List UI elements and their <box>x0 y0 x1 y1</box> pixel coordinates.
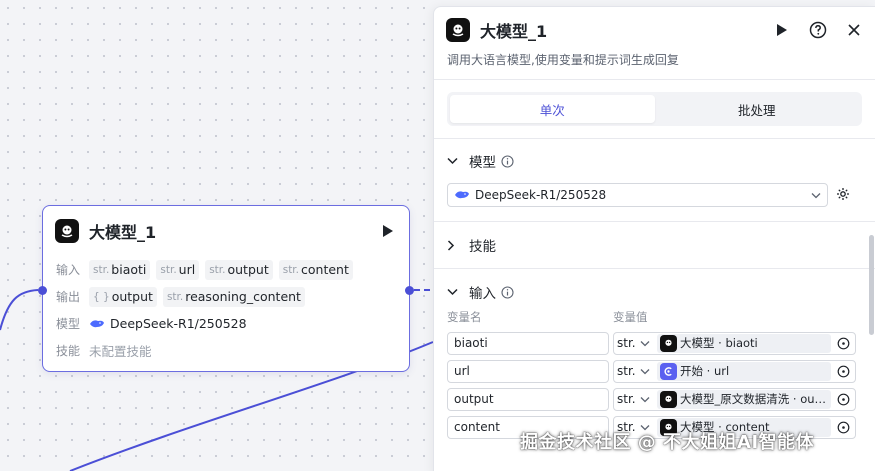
start-node-icon <box>660 362 677 380</box>
variable-reference: 大模型 · biaoti <box>657 333 831 353</box>
panel-title: 大模型_1 <box>480 22 548 41</box>
run-icon[interactable] <box>773 21 791 39</box>
chevron-down-icon <box>447 157 461 165</box>
outputs-label: 输出 <box>56 290 81 304</box>
node-config-panel: 大模型_1 调用大语言模型,使用变量和提示词生成回复 单次 批处理 模型 Dee… <box>433 6 875 471</box>
model-select-value: DeepSeek-R1/250528 <box>475 188 607 202</box>
llm-logo-icon <box>446 18 470 42</box>
close-icon[interactable] <box>845 21 863 39</box>
skills-section-label: 技能 <box>469 239 496 255</box>
node-title: 大模型_1 <box>89 223 157 242</box>
chevron-down-icon <box>811 188 821 202</box>
variable-name-input[interactable]: output <box>447 387 609 411</box>
model-section-label: 模型 <box>469 155 496 171</box>
node-header: 大模型_1 <box>43 206 409 256</box>
input-port[interactable] <box>38 286 47 295</box>
chevron-down-icon <box>640 340 650 346</box>
chevron-down-icon <box>640 368 650 374</box>
type-select[interactable]: str. <box>617 392 657 406</box>
variable-name-input[interactable]: url <box>447 359 609 383</box>
tab-batch[interactable]: 批处理 <box>655 95 860 123</box>
type-select[interactable]: str. <box>617 336 657 350</box>
inputs-label: 输入 <box>56 263 81 277</box>
variable-value-field[interactable]: str. 大模型_原文数据清洗 · ou… <box>613 387 856 411</box>
variable-reference: 开始 · url <box>657 361 831 381</box>
variable-row: url str. 开始 · url <box>434 357 875 385</box>
skills-label: 技能 <box>56 344 81 358</box>
watermark: 掘金技术社区 @ 不大姐姐AI智能体 <box>520 432 815 453</box>
target-icon[interactable] <box>835 337 851 350</box>
variable-row: biaoti str. 大模型 · biaoti <box>434 329 875 357</box>
model-label: 模型 <box>56 317 81 331</box>
node-skills-value: 未配置技能 <box>89 344 152 359</box>
input-tag: str. biaoti <box>89 259 151 280</box>
chevron-right-icon <box>447 239 461 251</box>
node-model-row: 模型 DeepSeek-R1/250528 <box>43 310 409 337</box>
tab-single[interactable]: 单次 <box>450 95 655 123</box>
type-select[interactable]: str. <box>617 364 657 378</box>
col-variable-name: 变量名 <box>447 310 482 324</box>
output-tag: { } output <box>89 286 157 307</box>
input-section-label: 输入 <box>469 286 496 302</box>
node-skills-row: 技能 未配置技能 <box>43 337 409 364</box>
run-mode-tabs: 单次 批处理 <box>447 92 862 126</box>
target-icon[interactable] <box>835 393 851 406</box>
llm-node-card[interactable]: 大模型_1 输入 str. biaoti str. url str. output s… <box>38 205 414 372</box>
deepseek-whale-icon <box>90 319 104 327</box>
variable-value-field[interactable]: str. 大模型 · biaoti <box>613 331 856 355</box>
run-node-icon[interactable] <box>379 222 397 240</box>
col-variable-value: 变量值 <box>613 310 648 324</box>
input-tag: str. output <box>205 259 273 280</box>
model-select[interactable]: DeepSeek-R1/250528 <box>447 183 828 207</box>
deepseek-whale-icon <box>455 191 469 199</box>
chevron-down-icon <box>640 396 650 402</box>
output-port[interactable] <box>405 286 414 295</box>
variable-value-field[interactable]: str. 开始 · url <box>613 359 856 383</box>
model-settings-gear-icon[interactable] <box>836 186 850 205</box>
node-model-value: DeepSeek-R1/250528 <box>89 316 247 331</box>
input-tag: str. content <box>278 259 353 280</box>
divider <box>434 79 875 80</box>
info-icon[interactable] <box>501 154 514 168</box>
node-inputs-row: 输入 str. biaoti str. url str. output str. con… <box>43 256 409 283</box>
help-icon[interactable] <box>809 21 827 39</box>
target-icon[interactable] <box>835 365 851 378</box>
info-icon[interactable] <box>501 285 514 299</box>
panel-description: 调用大语言模型,使用变量和提示词生成回复 <box>447 53 679 67</box>
output-tag: str. reasoning_content <box>162 286 305 307</box>
chevron-down-icon <box>447 288 461 296</box>
llm-logo-icon <box>55 219 79 243</box>
target-icon[interactable] <box>835 421 851 434</box>
node-outputs-row: 输出 { } output str. reasoning_content <box>43 283 409 310</box>
llm-logo-icon <box>660 390 677 408</box>
variable-name-input[interactable]: biaoti <box>447 331 609 355</box>
variable-table-header: 变量名 变量值 <box>434 305 875 329</box>
input-tag: str. url <box>156 259 200 280</box>
variable-reference: 大模型_原文数据清洗 · ou… <box>657 389 831 409</box>
model-section-header[interactable]: 模型 <box>434 139 875 183</box>
llm-logo-icon <box>660 334 677 352</box>
panel-header: 大模型_1 <box>434 7 875 53</box>
panel-scrollbar[interactable] <box>869 235 874 335</box>
skills-section-header[interactable]: 技能 <box>434 222 875 268</box>
edge-incoming[interactable] <box>0 289 39 331</box>
variable-row: output str. 大模型_原文数据清洗 · ou… <box>434 385 875 413</box>
